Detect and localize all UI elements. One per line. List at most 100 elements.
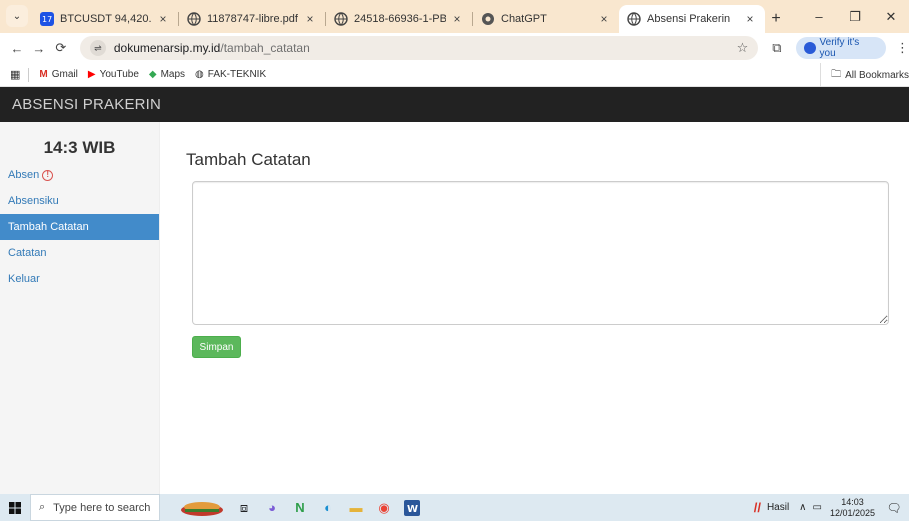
minimize-button[interactable]: – [801,9,837,24]
edge-browser-icon[interactable]: ◐ [314,494,342,521]
globe-icon [627,12,641,26]
apps-grid-icon[interactable]: ▦ [10,68,20,81]
bookmark-gmail[interactable]: M Gmail [39,69,77,80]
bookmark-label: Maps [160,69,186,80]
sidebar-item-absensiku[interactable]: Absensiku [0,188,159,214]
back-arrow-icon[interactable]: ← [6,41,28,56]
task-view-icon[interactable]: ⧈ [230,494,258,521]
bookmark-separator [28,67,30,82]
battery-icon[interactable]: ▭ [813,502,822,513]
url-path: /tambah_catatan [220,41,310,55]
system-tray: // Hasil ∧ ▭ 14:03 12/01/2025 🗨 [754,494,909,521]
bookmarks-bar: ▦ M Gmail ▶ YouTube ◆ Maps ◍ FAK-TEKNIK … [0,63,909,87]
tab-close-icon[interactable]: × [743,12,757,26]
windows-start-icon[interactable] [0,494,30,521]
sidebar-item-label: Catatan [8,247,47,259]
taskbar-clock[interactable]: 14:03 12/01/2025 [830,497,875,519]
sidebar: 14:3 WIB Absen! Absensiku Tambah Catatan… [0,122,160,494]
svg-text:17: 17 [42,15,52,24]
tradingview-icon: 17 [40,12,54,26]
chatgpt-icon [481,12,495,26]
profile-avatar-icon [803,42,816,54]
tab-close-icon[interactable]: × [450,12,464,26]
taskbar-apps: ⧈ ◕ N ◐ ▬ ◉ W [174,494,426,521]
maps-icon: ◆ [148,69,157,80]
copilot-icon[interactable]: ◕ [258,494,286,521]
save-button[interactable]: Simpan [192,336,241,358]
app-navbar: ABSENSI PRAKERIN [0,87,909,122]
search-icon: ⌕ [39,501,46,513]
taskbar-time: 14:03 [841,496,864,507]
tray-chevron-up-icon[interactable]: ∧ [799,502,806,513]
tab-pb-pdf[interactable]: 24518-66936-1-PB.pdf × [326,5,472,33]
bookmark-label: YouTube [99,69,139,80]
tray-hasil[interactable]: // Hasil [754,500,789,515]
main-content: Tambah Catatan Simpan [160,122,909,494]
tab-title: BTCUSDT 94,420.26 ▼ −0.19 [60,13,152,25]
site-info-icon[interactable]: ⇌ [89,40,106,56]
bookmark-fak-teknik[interactable]: ◍ FAK-TEKNIK [195,69,266,80]
youtube-icon: ▶ [87,69,96,80]
tab-absensi-prakerin[interactable]: Absensi Prakerin × [619,5,765,33]
hasil-icon: // [753,500,761,515]
notification-icon[interactable]: 🗨 [883,501,905,515]
hasil-label: Hasil [766,502,790,513]
sidebar-item-label: Absen [8,169,40,181]
restore-button[interactable]: ❐ [837,9,873,25]
tab-title: ChatGPT [501,13,547,25]
sidebar-item-tambah-catatan[interactable]: Tambah Catatan [0,214,159,240]
bookmark-youtube[interactable]: ▶ YouTube [88,69,139,80]
bookmark-label: FAK-TEKNIK [207,69,267,80]
sidebar-item-label: Keluar [8,273,40,285]
taskbar-search-input[interactable]: ⌕ Type here to search [30,494,160,521]
page-title: Tambah Catatan [186,150,311,169]
globe-icon [334,12,348,26]
tab-btcusdt[interactable]: 17 BTCUSDT 94,420.26 ▼ −0.19 × [32,5,178,33]
tab-close-icon[interactable]: × [156,12,170,26]
sidebar-clock: 14:3 WIB [43,138,116,157]
window-controls: – ❐ ✕ [801,0,909,33]
gmail-icon: M [39,69,48,80]
browser-toolbar: ← → ⟳ ⇌ dokumenarsip.my.id/tambah_catata… [0,33,909,63]
close-window-button[interactable]: ✕ [873,9,909,25]
tab-search-chevron-icon[interactable]: ⌄ [6,5,28,27]
tab-chatgpt[interactable]: ChatGPT × [473,5,619,33]
all-bookmarks-button[interactable]: 🗀 All Bookmarks [820,63,909,87]
globe-icon: ◍ [195,69,204,80]
reload-icon[interactable]: ⟳ [50,40,72,56]
browser-tab-strip: ⌄ 17 BTCUSDT 94,420.26 ▼ −0.19 × 1187874… [0,0,909,33]
sidebar-item-catatan[interactable]: Catatan [0,240,159,266]
verify-label: Verify it's you [819,37,860,59]
taskbar-date: 12/01/2025 [829,507,875,518]
tab-libre-pdf[interactable]: 11878747-libre.pdf × [179,5,325,33]
word-icon[interactable]: W [398,494,426,521]
forward-arrow-icon[interactable]: → [28,41,50,56]
search-placeholder: Type here to search [53,501,151,514]
sidebar-item-keluar[interactable]: Keluar [0,266,159,292]
all-bookmarks-label: All Bookmarks [845,69,909,81]
alert-icon: ! [42,169,54,181]
app-green-icon[interactable]: N [286,494,314,521]
windows-taskbar: ⌕ Type here to search ⧈ ◕ N ◐ ▬ ◉ W // H… [0,494,909,521]
new-tab-button[interactable]: + [765,5,787,33]
sidebar-item-label: Tambah Catatan [8,221,89,233]
menu-kebab-icon[interactable]: ⋮ [896,40,909,56]
sidebar-item-absen[interactable]: Absen! [0,162,159,188]
address-bar[interactable]: ⇌ dokumenarsip.my.id/tambah_catatan ☆ [79,36,759,60]
svg-text:W: W [407,504,418,515]
tab-close-icon[interactable]: × [597,12,611,26]
tab-title: 11878747-libre.pdf [207,13,298,25]
news-widget-icon[interactable] [174,494,230,521]
chrome-browser-icon[interactable]: ◉ [370,494,398,521]
folder-icon: 🗀 [831,68,842,80]
note-textarea[interactable] [192,181,889,325]
bookmark-star-icon[interactable]: ☆ [737,40,749,56]
file-explorer-icon[interactable]: ▬ [342,494,370,521]
extensions-puzzle-icon[interactable]: ⧉ [772,40,781,56]
tab-close-icon[interactable]: × [303,12,317,26]
app-brand[interactable]: ABSENSI PRAKERIN [12,96,161,113]
tab-title: Absensi Prakerin [647,13,731,25]
globe-icon [187,12,201,26]
bookmark-maps[interactable]: ◆ Maps [149,69,185,80]
verify-profile-button[interactable]: Verify it's you [795,37,887,59]
